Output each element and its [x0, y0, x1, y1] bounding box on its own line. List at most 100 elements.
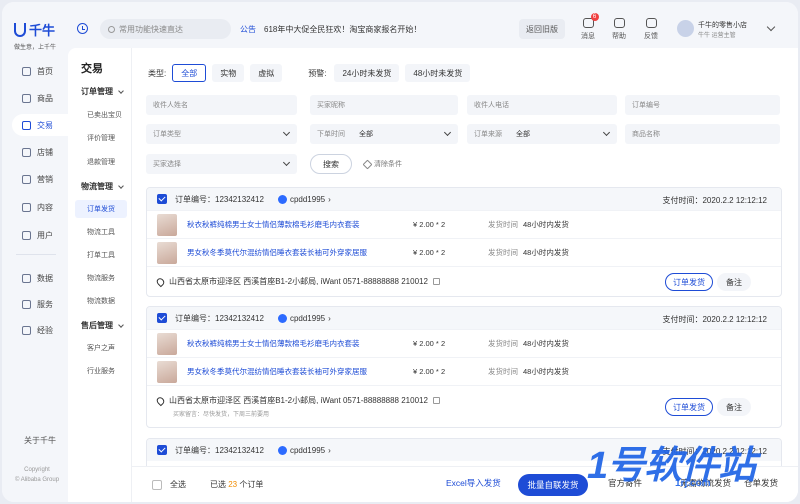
subnav-item-customer-voice[interactable]: 客户之声 — [75, 339, 127, 357]
order-source-select[interactable]: 订单来源 全部 — [467, 124, 617, 144]
logo: 千牛 做生意，上千牛 — [14, 20, 56, 51]
order-header: 订单编号：12342132412 cpdd1995 › 支付时间：2020.2.2… — [147, 307, 781, 329]
subnav-item-ship-orders[interactable]: 订单发货 — [75, 200, 127, 218]
nav-item-content[interactable]: 内容 — [12, 196, 66, 218]
shop-link[interactable]: cpdd1995 › — [277, 313, 331, 323]
order-checkbox[interactable] — [157, 313, 167, 323]
edit-icon[interactable] — [432, 397, 440, 404]
subnav-group-logistics[interactable]: 物流管理 — [81, 181, 124, 192]
chevron-down-icon — [282, 128, 291, 137]
nav-item-experience[interactable]: 经验 — [12, 319, 66, 341]
warning-chip-48h[interactable]: 48小时未发货 — [405, 64, 471, 82]
watermark: 1号软件站 1rj.com — [587, 434, 787, 494]
clear-filters-button[interactable]: 清除条件 — [362, 159, 402, 169]
select-all-checkbox[interactable] — [152, 479, 162, 490]
nav-item-shop[interactable]: 店铺 — [12, 141, 66, 163]
shop-link[interactable]: cpdd1995 › — [277, 445, 331, 455]
app-window: 千牛 做生意，上千牛 首页 商品 交易 店铺 营销 内容 用户 数据 服务 经验… — [2, 2, 798, 502]
notice-label[interactable]: 公告 — [240, 24, 256, 35]
back-to-old-version-button[interactable]: 返回旧版 — [519, 19, 565, 39]
trade-icon — [22, 120, 31, 130]
chevron-down-icon[interactable] — [766, 22, 776, 32]
experience-icon — [22, 325, 31, 335]
product-title[interactable]: 秋衣秋裤纯棉男士女士情侣薄款棉毛衫磨毛内衣套装 — [187, 219, 360, 230]
subnav-item-refunds[interactable]: 退款管理 — [75, 153, 127, 171]
ship-time: 48小时内发货 — [523, 367, 569, 376]
subnav-item-industry-service[interactable]: 行业服务 — [75, 362, 127, 380]
subnav-item-reviews[interactable]: 评价管理 — [75, 129, 127, 147]
type-chip-virtual[interactable]: 虚拟 — [250, 64, 283, 82]
chevron-down-icon — [118, 321, 124, 328]
goods-name-field[interactable]: 商品名称 — [625, 124, 780, 144]
location-pin-icon — [155, 395, 166, 406]
subnav-item-logistics-data[interactable]: 物流数据 — [75, 292, 127, 310]
nav-divider — [16, 254, 56, 255]
subnav-title: 交易 — [81, 63, 103, 75]
help-icon — [613, 18, 625, 28]
edit-icon[interactable] — [432, 278, 440, 285]
remark-button[interactable]: 备注 — [717, 398, 751, 416]
search-input[interactable]: 常用功能快速直达 — [100, 19, 231, 39]
ship-time: 48小时内发货 — [523, 220, 569, 229]
avatar[interactable] — [677, 20, 694, 37]
warning-chip-24h[interactable]: 24小时未发货 — [334, 64, 400, 82]
subnav-group-order[interactable]: 订单管理 — [81, 86, 124, 97]
subnav-item-print-tools[interactable]: 打单工具 — [75, 246, 127, 264]
chevron-down-icon — [602, 128, 611, 137]
sub-nav: 交易 订单管理 已卖出宝贝 评价管理 退款管理 物流管理 订单发货 物流工具 打… — [68, 48, 132, 502]
select-all-label[interactable]: 全选 — [170, 479, 186, 490]
buyer-name-field[interactable]: 收件人姓名 — [146, 95, 297, 115]
notice-text[interactable]: 618年中大促全民狂欢！淘宝商家报名开始！ — [264, 24, 421, 35]
help-button[interactable]: 帮助 — [607, 18, 631, 41]
ship-time: 48小时内发货 — [523, 339, 569, 348]
order-header: 订单编号：12342132412 cpdd1995 › 支付时间：2020.2.2… — [147, 188, 781, 210]
about-link[interactable]: 关于千牛 — [24, 435, 56, 446]
nav-item-user[interactable]: 用户 — [12, 224, 66, 246]
subnav-item-logistics-tools[interactable]: 物流工具 — [75, 223, 127, 241]
subnav-item-sold[interactable]: 已卖出宝贝 — [75, 106, 127, 124]
shop-link[interactable]: cpdd1995 › — [277, 194, 331, 204]
order-time-select[interactable]: 下单时间 全部 — [310, 124, 458, 144]
product-thumbnail[interactable] — [157, 241, 177, 264]
order-checkbox[interactable] — [157, 194, 167, 204]
search-button[interactable]: 搜索 — [310, 154, 352, 174]
type-chip-physical[interactable]: 实物 — [212, 64, 245, 82]
product-title[interactable]: 秋衣秋裤纯棉男士女士情侣薄款棉毛衫磨毛内衣套装 — [187, 338, 360, 349]
product-title[interactable]: 男女秋冬季莫代尔混纺情侣睡衣套装长袖可外穿家居服 — [187, 366, 367, 377]
user-name[interactable]: 千牛的零售小店 — [698, 20, 747, 30]
order-type-select[interactable]: 订单类型 — [146, 124, 297, 144]
feedback-button[interactable]: 反馈 — [639, 18, 663, 41]
type-chip-all[interactable]: 全部 — [172, 64, 207, 82]
buyer-select[interactable]: 买家选择 — [146, 154, 297, 174]
order-checkbox[interactable] — [157, 445, 167, 455]
nav-item-goods[interactable]: 商品 — [12, 87, 66, 109]
nav-item-service[interactable]: 服务 — [12, 293, 66, 315]
chevron-down-icon — [118, 182, 124, 189]
ship-order-button[interactable]: 订单发货 — [665, 398, 713, 416]
address-row: 山西省太原市迎泽区 西溪首座B1-2小邮局, iWant 0571-888888… — [147, 385, 781, 427]
product-thumbnail[interactable] — [157, 360, 177, 383]
nav-item-trade[interactable]: 交易 — [12, 114, 68, 136]
buyer-phone-field[interactable]: 收件人电话 — [467, 95, 617, 115]
buyer-nick-field[interactable]: 买家昵称 — [310, 95, 458, 115]
ship-order-button[interactable]: 订单发货 — [665, 273, 713, 291]
product-thumbnail[interactable] — [157, 332, 177, 355]
messages-button[interactable]: 6 消息 — [576, 13, 600, 41]
pay-time: 支付时间：2020.2.2 12:12:12 — [662, 315, 767, 324]
nav-item-data[interactable]: 数据 — [12, 267, 66, 289]
nav-item-home[interactable]: 首页 — [12, 60, 66, 82]
subnav-group-aftersale[interactable]: 售后管理 — [81, 320, 124, 331]
search-icon — [108, 25, 115, 33]
nav-item-marketing[interactable]: 营销 — [12, 168, 66, 190]
subnav-item-logistics-service[interactable]: 物流服务 — [75, 269, 127, 287]
excel-import-button[interactable]: Excel导入发货 — [446, 477, 501, 489]
history-icon[interactable] — [77, 23, 88, 34]
order-no-field[interactable]: 订单编号 — [625, 95, 780, 115]
product-thumbnail[interactable] — [157, 213, 177, 236]
brand-name: 千牛 — [29, 23, 56, 38]
product-title[interactable]: 男女秋冬季莫代尔混纺情侣睡衣套装长袖可外穿家居服 — [187, 247, 367, 258]
product-price: ¥ 2.00 * 2 — [413, 367, 446, 376]
remark-button[interactable]: 备注 — [717, 273, 751, 291]
batch-ship-button[interactable]: 批量自联发货 — [518, 474, 588, 496]
watermark-main: 1号软件站 — [587, 445, 756, 487]
